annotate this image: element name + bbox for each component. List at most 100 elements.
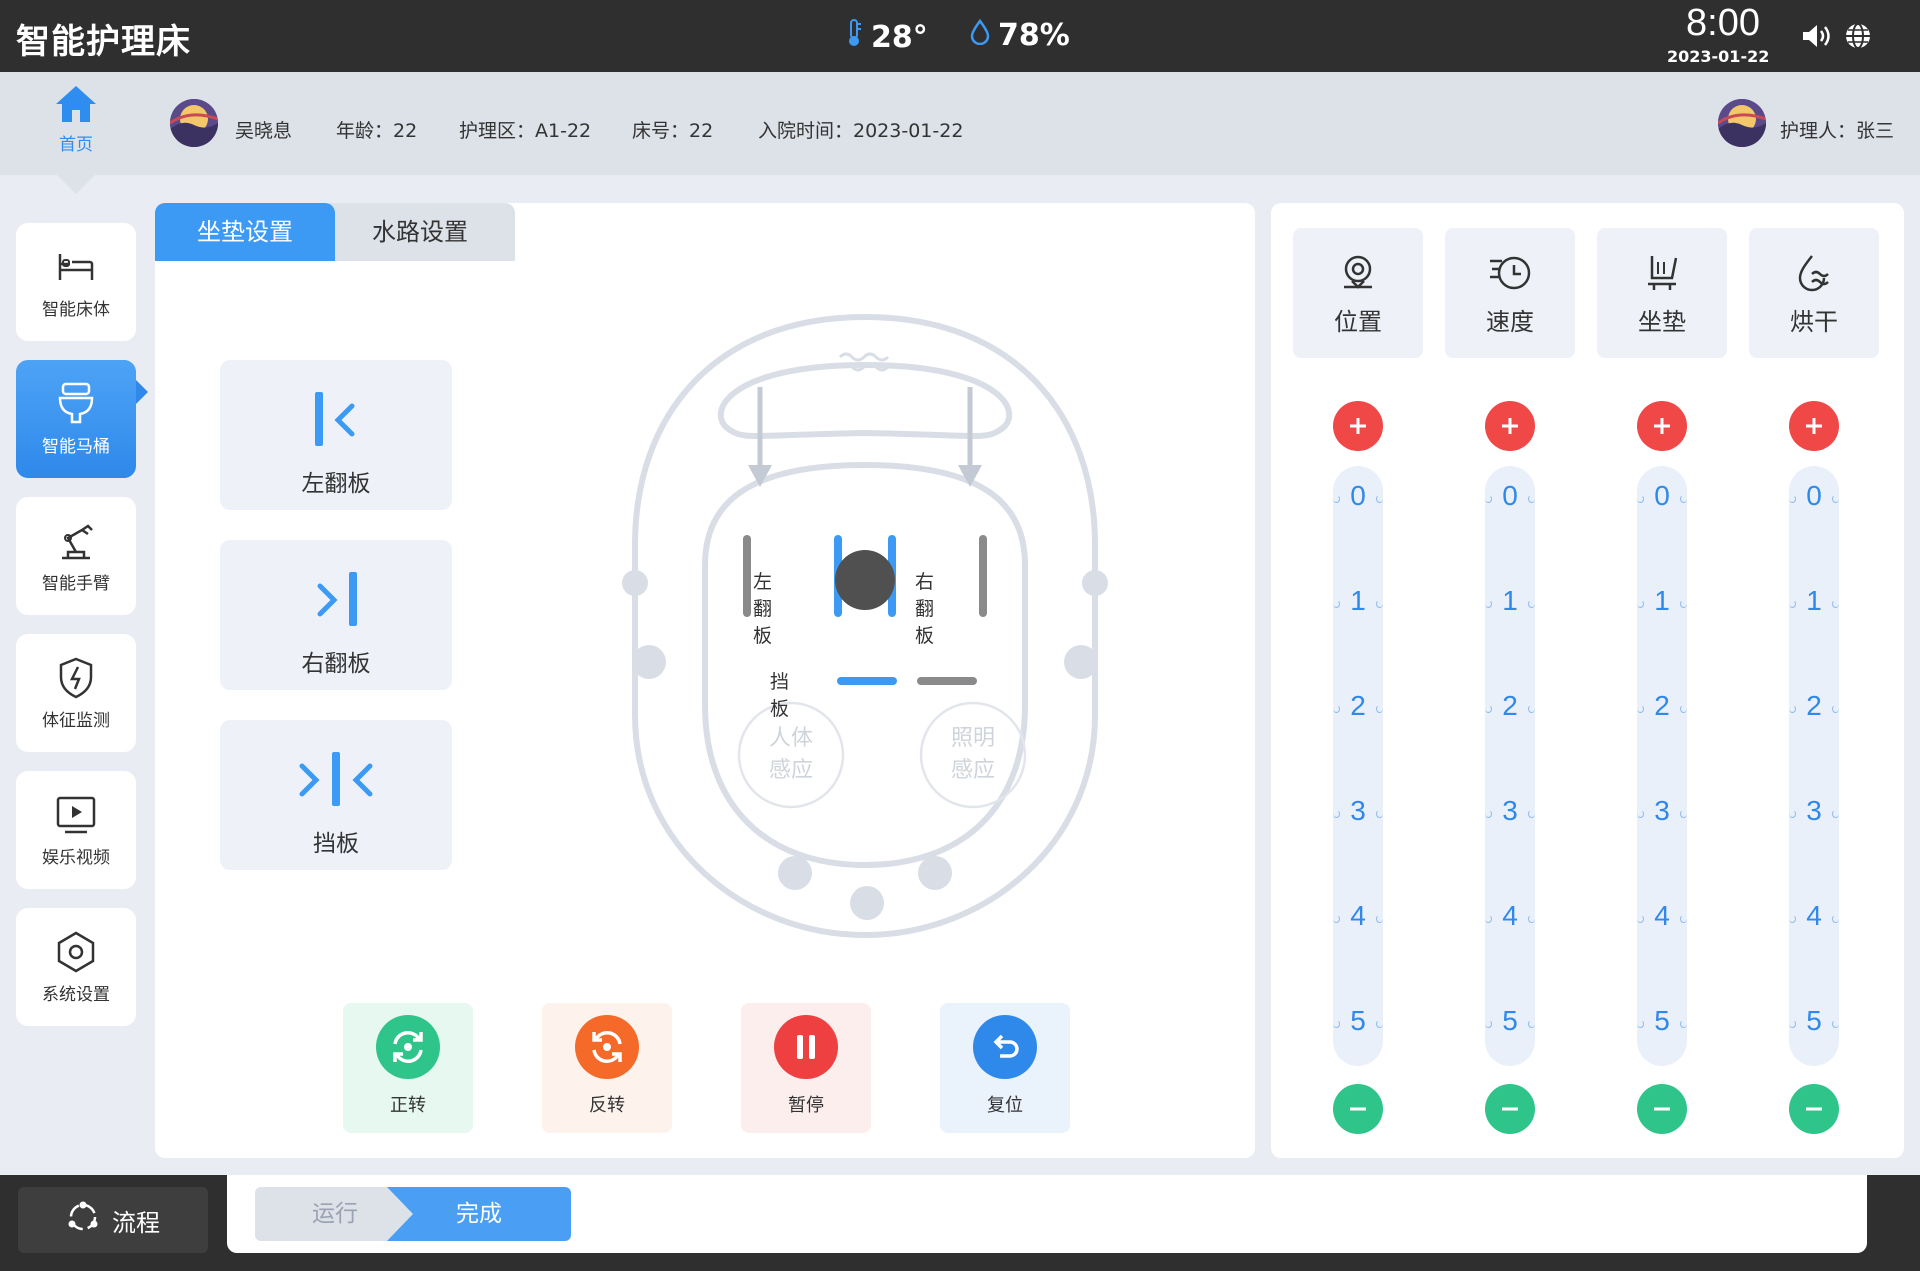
patient-avatar xyxy=(170,99,218,147)
position-increase-button[interactable] xyxy=(1333,401,1383,451)
position-decrease-button[interactable] xyxy=(1333,1084,1383,1134)
pause-icon xyxy=(774,1015,838,1079)
video-icon xyxy=(16,793,136,837)
forward-button[interactable]: 正转 xyxy=(343,1003,473,1133)
level-tick: 2 xyxy=(1637,690,1687,722)
patient-age: 年龄：22 xyxy=(336,120,418,142)
sidebar-item-settings[interactable]: 系统设置 xyxy=(16,908,136,1026)
sidebar-item-video[interactable]: 娱乐视频 xyxy=(16,771,136,889)
patient-zone: 护理区：A1-22 xyxy=(459,120,592,142)
sidebar-item-label: 智能马桶 xyxy=(42,437,110,457)
sidebar-item-label: 智能床体 xyxy=(42,300,110,320)
pause-button[interactable]: 暂停 xyxy=(741,1003,871,1133)
reverse-rotate-icon xyxy=(575,1015,639,1079)
position-adjuster: 0 1 2 3 4 5 xyxy=(1332,401,1384,1134)
dry-card[interactable]: 烘干 xyxy=(1749,228,1879,358)
level-tick: 4 xyxy=(1485,900,1535,932)
right-flap-icon xyxy=(220,564,452,634)
speed-level-track[interactable]: 0 1 2 3 4 5 xyxy=(1485,466,1535,1066)
forward-label: 正转 xyxy=(390,1095,426,1116)
body-sensor-label[interactable]: 人体 感应 xyxy=(741,723,841,787)
home-nav[interactable]: 首页 xyxy=(40,84,112,164)
speed-increase-button[interactable] xyxy=(1485,401,1535,451)
baffle-icon xyxy=(220,744,452,814)
bed-icon xyxy=(16,245,136,289)
level-tick: 0 xyxy=(1485,480,1535,512)
reverse-button[interactable]: 反转 xyxy=(542,1003,672,1133)
admission-date: 入院时间：2023-01-22 xyxy=(758,120,964,142)
volume-icon[interactable] xyxy=(1800,22,1832,54)
seat-adjuster: 0 1 2 3 4 5 xyxy=(1636,401,1688,1134)
sidebar-item-smart-toilet[interactable]: 智能马桶 xyxy=(16,360,136,478)
level-tick: 2 xyxy=(1333,690,1383,722)
undo-icon xyxy=(973,1015,1037,1079)
tab-cushion-settings[interactable]: 坐垫设置 xyxy=(155,203,335,261)
flow-button[interactable]: 流程 xyxy=(18,1187,208,1253)
dry-icon xyxy=(1749,250,1879,296)
tab-water-settings[interactable]: 水路设置 xyxy=(330,203,510,261)
seat-card[interactable]: 坐垫 xyxy=(1597,228,1727,358)
settings-hex-icon xyxy=(16,930,136,974)
seat-icon xyxy=(1597,250,1727,296)
patient-name: 吴晓息 xyxy=(235,120,293,142)
toilet-control-panel: 水路设置 坐垫设置 左翻板 右翻板 挡板 左翻板 右翻板 挡板 人体 感应 照明… xyxy=(155,203,1255,1158)
baffle-label: 挡板 xyxy=(313,831,359,857)
globe-icon[interactable] xyxy=(1844,22,1872,54)
flow-label: 流程 xyxy=(112,1208,160,1237)
step-done[interactable]: 完成 xyxy=(387,1187,571,1241)
sidebar-item-vital-monitor[interactable]: 体征监测 xyxy=(16,634,136,752)
patient-header: 首页 吴晓息 年龄：22 护理区：A1-22 床号：22 入院时间：2023-0… xyxy=(0,72,1920,175)
humidity-readout: 78% xyxy=(970,18,1070,53)
seat-level-track[interactable]: 0 1 2 3 4 5 xyxy=(1637,466,1687,1066)
baffle-button[interactable]: 挡板 xyxy=(220,720,452,870)
seat-increase-button[interactable] xyxy=(1637,401,1687,451)
speed-icon xyxy=(1445,250,1575,296)
pause-label: 暂停 xyxy=(788,1095,824,1116)
dry-label: 烘干 xyxy=(1790,308,1838,336)
seat-decrease-button[interactable] xyxy=(1637,1084,1687,1134)
position-card[interactable]: 位置 xyxy=(1293,228,1423,358)
speed-card[interactable]: 速度 xyxy=(1445,228,1575,358)
level-tick: 5 xyxy=(1333,1005,1383,1037)
patient-bed: 床号：22 xyxy=(632,120,714,142)
left-flap-icon xyxy=(220,384,452,454)
dry-decrease-button[interactable] xyxy=(1789,1084,1839,1134)
caregiver-avatar xyxy=(1718,99,1766,147)
sidebar-item-smart-arm[interactable]: 智能手臂 xyxy=(16,497,136,615)
reset-button[interactable]: 复位 xyxy=(940,1003,1070,1133)
sidebar-item-smart-bed[interactable]: 智能床体 xyxy=(16,223,136,341)
level-tick: 2 xyxy=(1485,690,1535,722)
speed-decrease-button[interactable] xyxy=(1485,1084,1535,1134)
dry-level-track[interactable]: 0 1 2 3 4 5 xyxy=(1789,466,1839,1066)
reverse-label: 反转 xyxy=(589,1095,625,1116)
step-run[interactable]: 运行 xyxy=(255,1187,415,1241)
position-icon xyxy=(1293,250,1423,296)
sidebar-item-label: 智能手臂 xyxy=(42,574,110,594)
level-tick: 4 xyxy=(1333,900,1383,932)
level-tick: 3 xyxy=(1333,795,1383,827)
level-tick: 3 xyxy=(1637,795,1687,827)
flow-cycle-icon xyxy=(66,1200,100,1240)
home-icon xyxy=(54,86,98,128)
water-drop-icon xyxy=(970,18,990,53)
right-flap-button[interactable]: 右翻板 xyxy=(220,540,452,690)
body-sensor-line1: 人体 xyxy=(768,726,813,751)
right-flap-label: 右翻板 xyxy=(301,651,371,677)
level-tick: 0 xyxy=(1789,480,1839,512)
sidebar-item-label: 体征监测 xyxy=(42,711,110,731)
speed-adjuster: 0 1 2 3 4 5 xyxy=(1484,401,1536,1134)
left-flap-button[interactable]: 左翻板 xyxy=(220,360,452,510)
diagram-baffle-label: 挡板 xyxy=(770,671,790,720)
dry-increase-button[interactable] xyxy=(1789,401,1839,451)
position-level-track[interactable]: 0 1 2 3 4 5 xyxy=(1333,466,1383,1066)
light-sensor-label[interactable]: 照明 感应 xyxy=(923,723,1023,787)
app-title: 智能护理床 xyxy=(16,22,191,62)
level-tick: 3 xyxy=(1789,795,1839,827)
level-tick: 1 xyxy=(1637,585,1687,617)
position-label: 位置 xyxy=(1334,308,1382,336)
sidebar-item-label: 娱乐视频 xyxy=(42,848,110,868)
level-tick: 4 xyxy=(1637,900,1687,932)
caregiver-label: 护理人：张三 xyxy=(1780,120,1895,142)
temperature-value: 28° xyxy=(871,19,928,55)
progress-steps: 运行 完成 xyxy=(227,1175,1867,1253)
